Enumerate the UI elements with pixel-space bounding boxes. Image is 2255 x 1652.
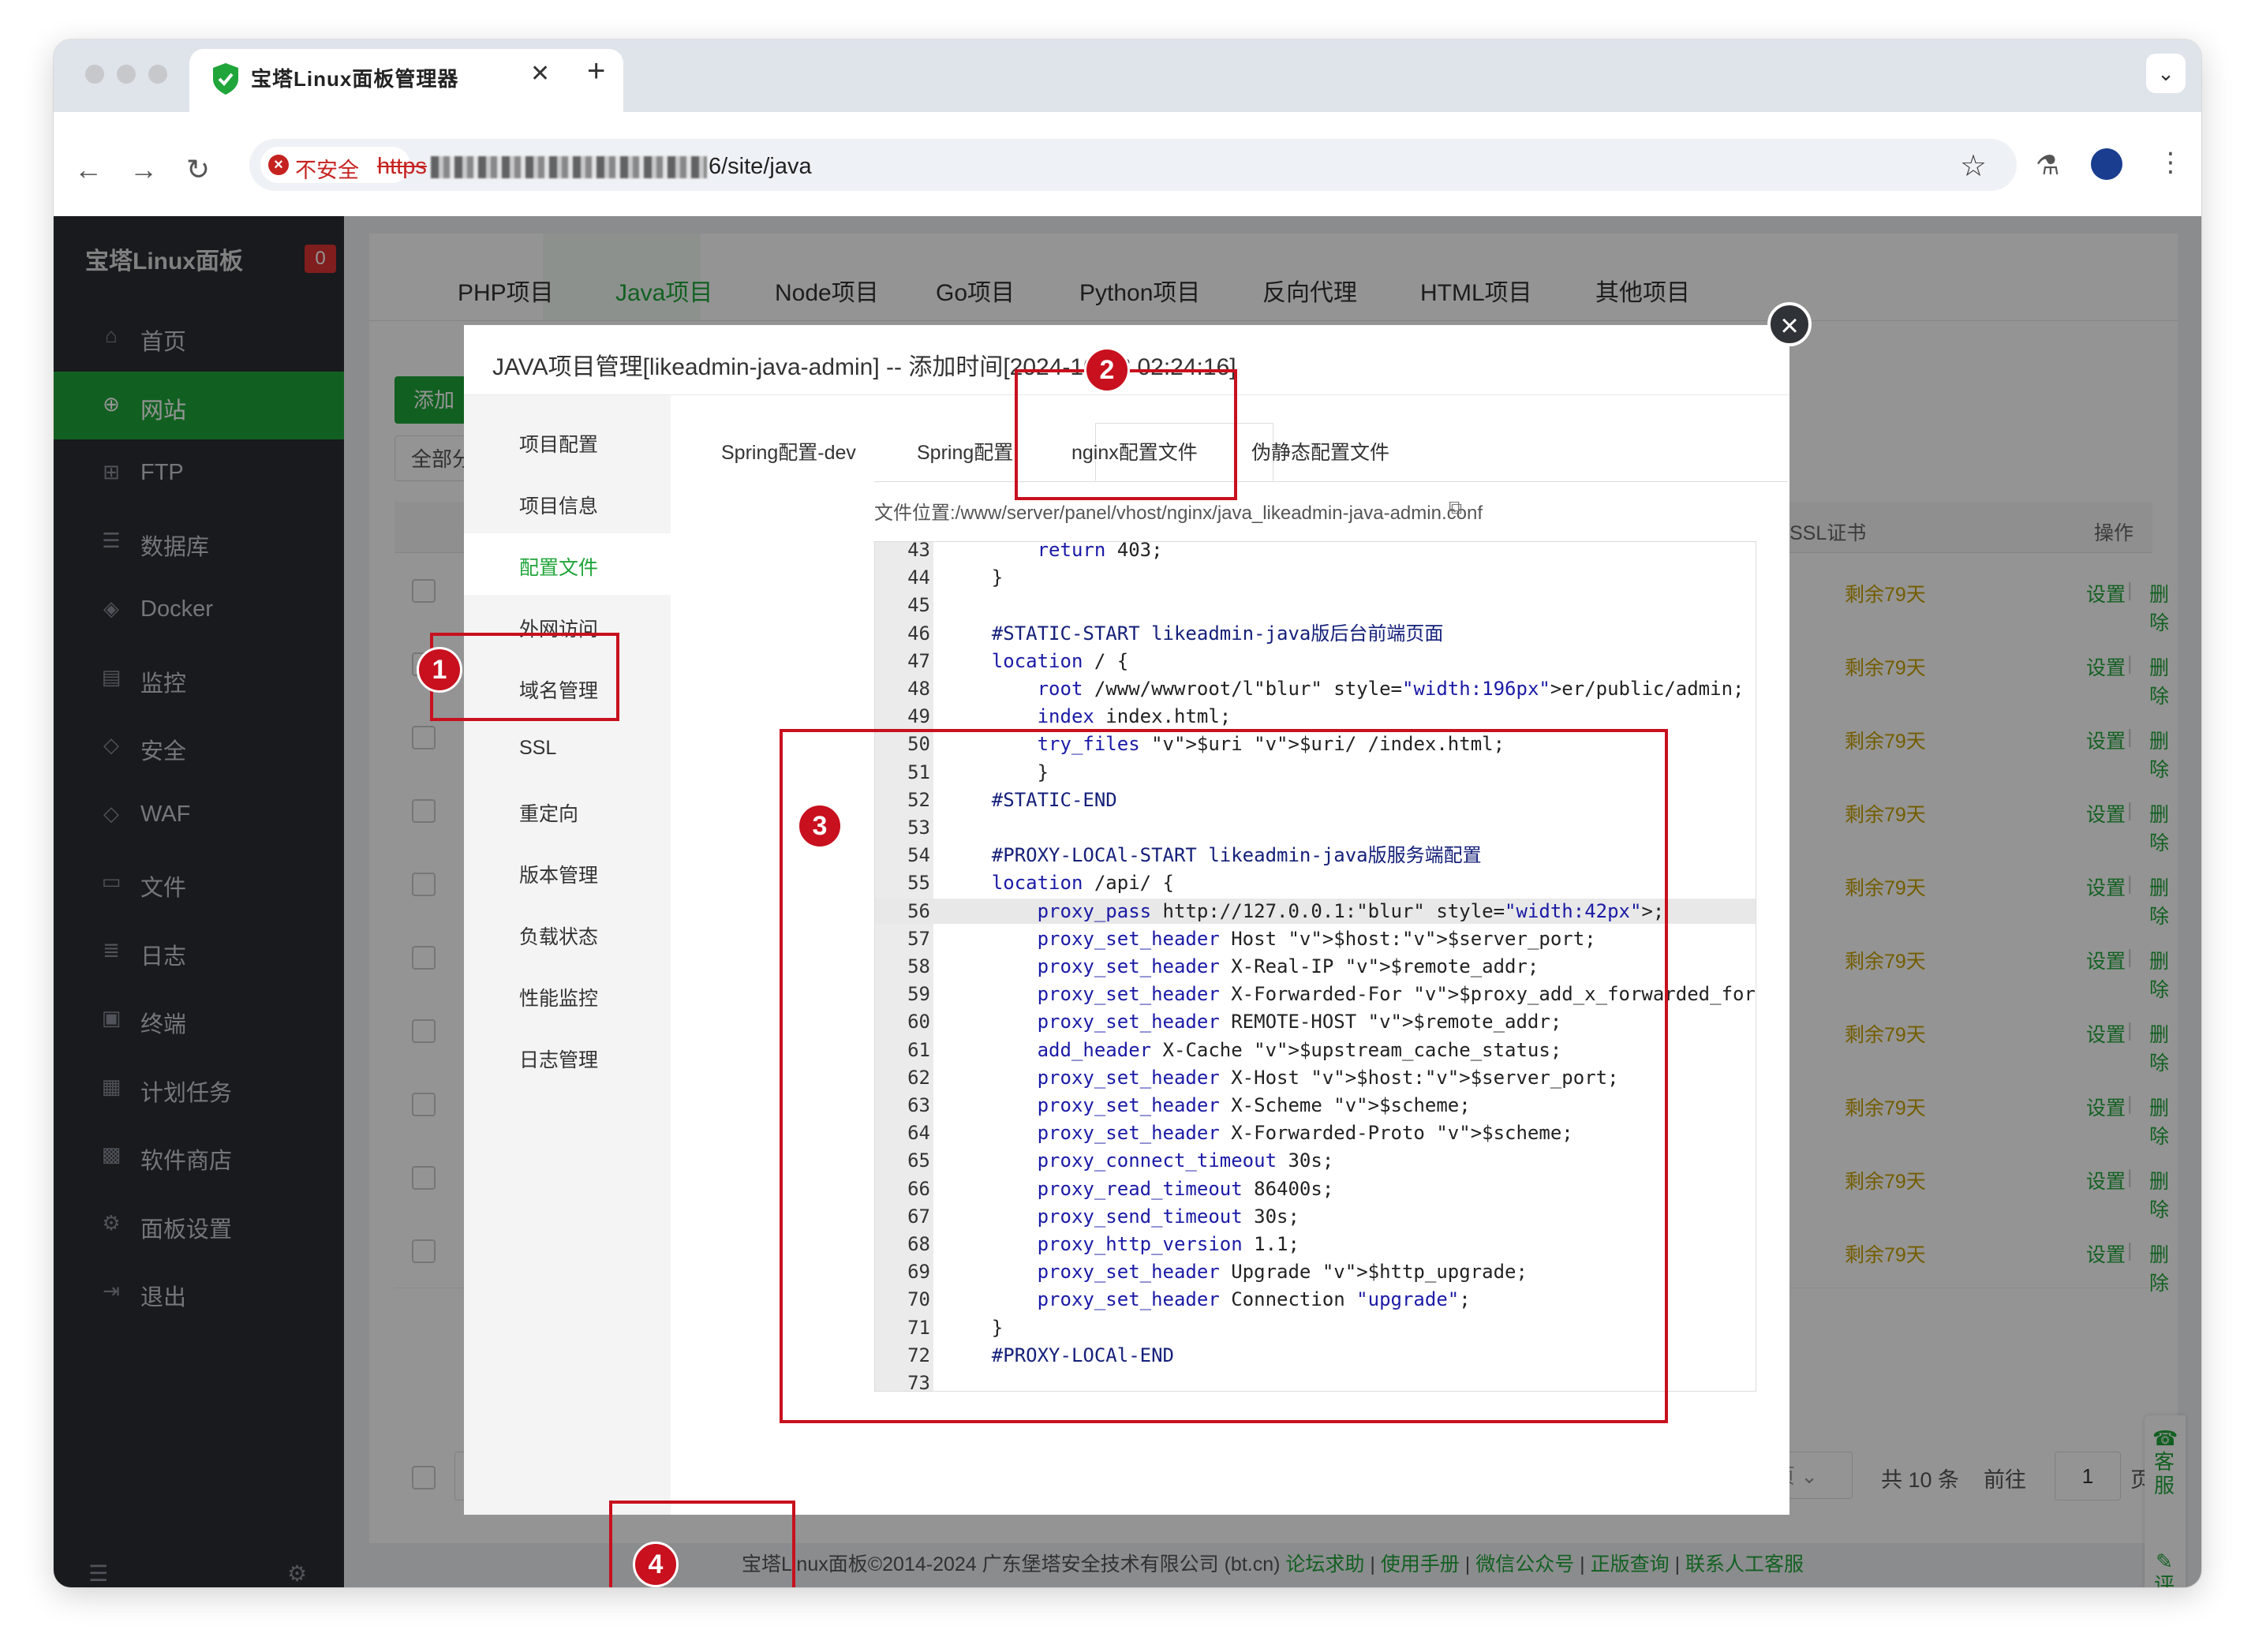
labs-flask-icon[interactable]: ⚗ [2036, 150, 2059, 181]
modal-nav-label: 项目配置 [519, 434, 599, 456]
bt-panel-page: 宝塔Linux面板 0 ⌂ 首页 ⊕ 网站 ⊞ FTP ☰ 数据库 ◈ Docker ▤ 监控 ◇ 安全 ◇… [54, 216, 2201, 1587]
modal-nav-item-0[interactable]: 项目配置 [464, 410, 671, 472]
modal-nav-item-6[interactable]: 重定向 [464, 779, 671, 841]
modal-nav-label: 重定向 [519, 803, 579, 825]
reload-icon[interactable]: ↻ [186, 153, 210, 186]
modal-nav-item-9[interactable]: 性能监控 [464, 964, 671, 1026]
copy-icon[interactable]: ⧉ [1449, 497, 1462, 519]
line-number: 46 [907, 622, 930, 645]
url-path: 6/site/java [709, 154, 812, 179]
config-subtab-0[interactable]: Spring配置-dev [721, 437, 856, 465]
bookmark-star-icon[interactable]: ☆ [1960, 148, 1987, 184]
modal-close-icon[interactable]: × [1767, 302, 1812, 346]
annotation-box-2 [1015, 369, 1237, 500]
modal-nav-item-10[interactable]: 日志管理 [464, 1026, 671, 1087]
line-number: 48 [907, 678, 930, 700]
bt-shield-icon [213, 63, 238, 95]
line-number: 47 [907, 649, 930, 672]
annotation-badge-3: 3 [797, 803, 843, 849]
tab-search-chevron-icon[interactable]: ⌄ [2146, 54, 2186, 93]
insecure-label: 不安全 [295, 159, 359, 182]
url-scheme: https [377, 154, 427, 179]
insecure-warning-icon: × [268, 155, 289, 175]
line-number: 45 [907, 594, 930, 617]
annotation-box-3 [780, 729, 1668, 1423]
modal-nav-item-7[interactable]: 版本管理 [464, 841, 671, 903]
code-line: } [946, 566, 1004, 589]
line-number: 49 [907, 705, 930, 728]
config-subtab-3[interactable]: 伪静态配置文件 [1251, 437, 1389, 465]
modal-nav-label: 版本管理 [519, 865, 599, 887]
back-arrow-icon[interactable]: ← [74, 153, 103, 186]
modal-nav-item-5[interactable]: SSL [464, 718, 671, 779]
modal-nav-label: 项目信息 [519, 495, 599, 518]
modal-nav-label: SSL [519, 737, 557, 759]
tab-strip: 宝塔Linux面板管理器 ✕ + ⌄ [54, 39, 2201, 112]
modal-nav-item-1[interactable]: 项目信息 [464, 472, 671, 533]
tab-title: 宝塔Linux面板管理器 [251, 67, 459, 91]
line-number: 43 [907, 541, 930, 561]
tab-close-icon[interactable]: ✕ [530, 60, 550, 88]
subtab-underline [874, 481, 1788, 482]
modal-nav-label: 配置文件 [519, 557, 599, 579]
modal-nav-label: 性能监控 [519, 988, 599, 1010]
code-line: root /www/wwwroot/l"blur" style="width:1… [1037, 678, 1745, 700]
file-location: 文件位置:/www/server/panel/vhost/nginx/java_… [874, 503, 1483, 524]
code-line: #STATIC-START likeadmin-java版后台前端页面 [946, 622, 1444, 645]
window-minimize-dot[interactable] [117, 65, 136, 84]
browser-menu-icon[interactable]: ⋮ [2157, 147, 2184, 178]
line-number: 44 [907, 566, 930, 589]
annotation-badge-4: 4 [633, 1542, 679, 1587]
code-line: return 403; [1037, 541, 1163, 561]
browser-window: 宝塔Linux面板管理器 ✕ + ⌄ ← → ↻ × 不安全 https 6/s… [54, 39, 2201, 1587]
annotation-badge-2: 2 [1084, 347, 1130, 393]
window-zoom-dot[interactable] [148, 65, 167, 84]
code-line: location / { [991, 649, 1129, 672]
profile-avatar-icon[interactable] [2091, 148, 2122, 180]
forward-arrow-icon[interactable]: → [129, 153, 158, 186]
window-close-dot[interactable] [85, 65, 104, 84]
modal-nav-label: 负载状态 [519, 926, 599, 948]
new-tab-icon[interactable]: + [587, 54, 605, 89]
modal-nav-item-8[interactable]: 负载状态 [464, 903, 671, 964]
annotation-badge-1: 1 [417, 647, 462, 693]
browser-toolbar: ← → ↻ × 不安全 https 6/site/java ☆ ⚗ ⋮ [54, 112, 2201, 216]
modal-nav-label: 日志管理 [519, 1049, 599, 1071]
code-line: index index.html; [1037, 705, 1232, 728]
config-subtab-1[interactable]: Spring配置 [917, 437, 1013, 465]
modal-nav-item-2[interactable]: 配置文件 [464, 533, 671, 595]
url-host-redacted [431, 156, 707, 178]
